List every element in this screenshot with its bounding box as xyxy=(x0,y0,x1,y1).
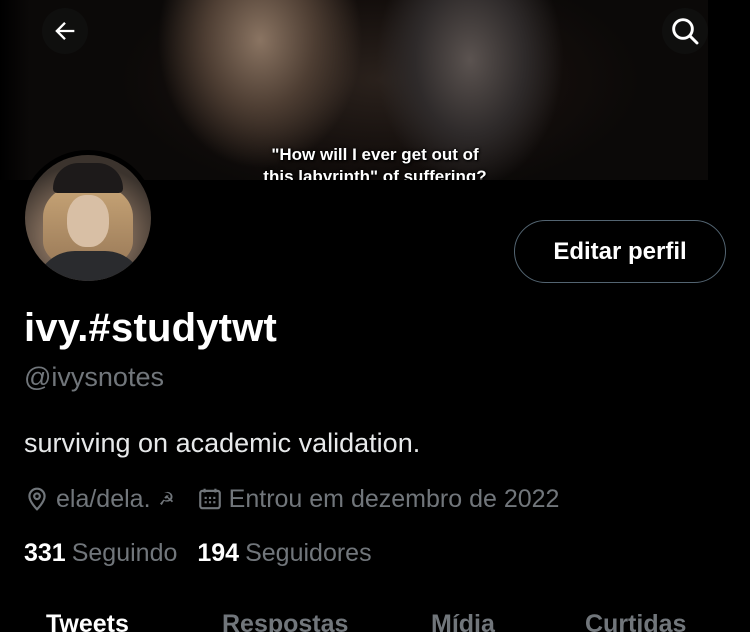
calendar-icon xyxy=(198,488,221,510)
profile-banner[interactable]: "How will I ever get out of this labyrin… xyxy=(0,0,750,180)
avatar-image xyxy=(25,155,151,281)
display-name: ivy.#studytwt xyxy=(24,306,278,350)
profile-handle: @ivysnotes xyxy=(24,362,164,392)
edit-profile-button[interactable]: Editar perfil xyxy=(514,220,726,283)
location-text: ela/dela. xyxy=(56,484,151,513)
tab-likes[interactable]: Curtidas xyxy=(585,610,686,632)
search-icon xyxy=(672,18,699,45)
follow-stats: 331 Seguindo 194 Seguidores xyxy=(24,539,372,568)
location-info: ela/dela. ☭ xyxy=(24,485,175,514)
profile-meta: ela/dela. ☭ Entrou em dezembro de 2022 xyxy=(24,482,559,516)
followers-label: Seguidores xyxy=(245,539,372,567)
location-symbol: ☭ xyxy=(158,488,175,509)
tab-tweets[interactable]: Tweets xyxy=(46,610,129,632)
join-date-text: Entrou em dezembro de 2022 xyxy=(228,484,560,513)
arrow-left-icon xyxy=(55,22,75,40)
location-pin-icon xyxy=(28,487,46,511)
avatar-face xyxy=(67,195,109,247)
following-count: 331 xyxy=(24,539,66,567)
followers-count: 194 xyxy=(197,539,240,567)
following-link[interactable]: 331 Seguindo xyxy=(24,539,177,568)
following-label: Seguindo xyxy=(71,539,178,567)
followers-link[interactable]: 194 Seguidores xyxy=(197,539,371,568)
profile-tabs: Tweets Respostas Mídia Curtidas xyxy=(0,610,750,632)
avatar[interactable] xyxy=(20,150,156,286)
tab-replies[interactable]: Respostas xyxy=(222,610,348,632)
back-button[interactable] xyxy=(42,8,88,54)
profile-bio: surviving on academic validation. xyxy=(24,428,421,458)
join-date-info: Entrou em dezembro de 2022 xyxy=(197,484,560,514)
avatar-cap xyxy=(53,163,123,193)
tab-media[interactable]: Mídia xyxy=(431,610,495,632)
search-button[interactable] xyxy=(662,8,708,54)
